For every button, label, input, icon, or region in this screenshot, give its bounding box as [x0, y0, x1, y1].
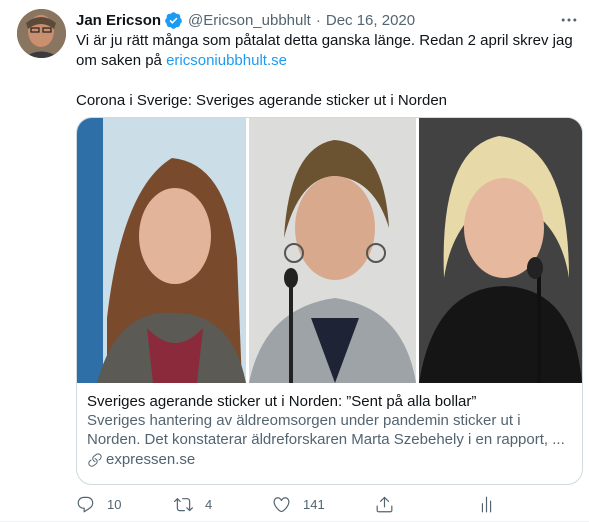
share-icon [376, 496, 393, 513]
card-body: Sveriges agerande sticker ut i Norden: ”… [87, 392, 574, 469]
reply-button[interactable]: 10 [76, 495, 121, 514]
card-image[interactable] [77, 118, 582, 383]
heart-icon [273, 497, 290, 513]
tweet-text-line: Vi är ju rätt många som påtalat detta ga… [76, 32, 573, 69]
analytics-button[interactable] [477, 495, 508, 514]
more-icon[interactable] [559, 10, 579, 30]
tweet-header: Jan Ericson @Ericson_ubbhult · Dec 16, 2… [76, 10, 415, 30]
retweet-icon [174, 498, 193, 512]
card-photo-1 [77, 118, 246, 383]
like-count: 141 [303, 497, 325, 512]
tweet-text: Vi är ju rätt många som påtalat detta ga… [76, 31, 576, 111]
tweet-link[interactable]: ericsoniubbhult.se [166, 52, 287, 69]
like-button[interactable]: 141 [272, 495, 325, 514]
author-name[interactable]: Jan Ericson [76, 12, 161, 29]
card-photo-2 [246, 118, 416, 383]
analytics-icon [481, 496, 492, 513]
share-button[interactable] [375, 495, 406, 514]
tweet[interactable]: Jan Ericson @Ericson_ubbhult · Dec 16, 2… [0, 0, 589, 522]
card-domain: expressen.se [87, 450, 574, 469]
retweet-count: 4 [205, 497, 213, 512]
link-card[interactable]: Sveriges agerande sticker ut i Norden: ”… [76, 117, 583, 485]
retweet-button[interactable]: 4 [174, 495, 212, 514]
action-bar: 10 4 141 [76, 493, 496, 517]
tweet-paragraph-2: Corona i Sverige: Sveriges agerande stic… [76, 92, 448, 109]
link-icon [88, 452, 102, 467]
reply-count: 10 [107, 497, 122, 512]
card-description: Sveriges hantering av äldreomsorgen unde… [87, 412, 565, 448]
separator-dot: · [315, 11, 321, 29]
card-title: Sveriges agerande sticker ut i Norden: ”… [87, 393, 477, 410]
card-domain-text[interactable]: expressen.se [106, 450, 195, 469]
tweet-paragraph-1: Vi är ju rätt många som påtalat detta ga… [76, 31, 576, 71]
tweet-date[interactable]: Dec 16, 2020 [326, 12, 415, 29]
author-handle[interactable]: @Ericson_ubbhult [188, 12, 311, 29]
card-photo-3 [416, 118, 582, 383]
avatar[interactable] [17, 9, 66, 58]
verified-badge-icon [164, 11, 183, 30]
reply-icon [77, 496, 94, 513]
